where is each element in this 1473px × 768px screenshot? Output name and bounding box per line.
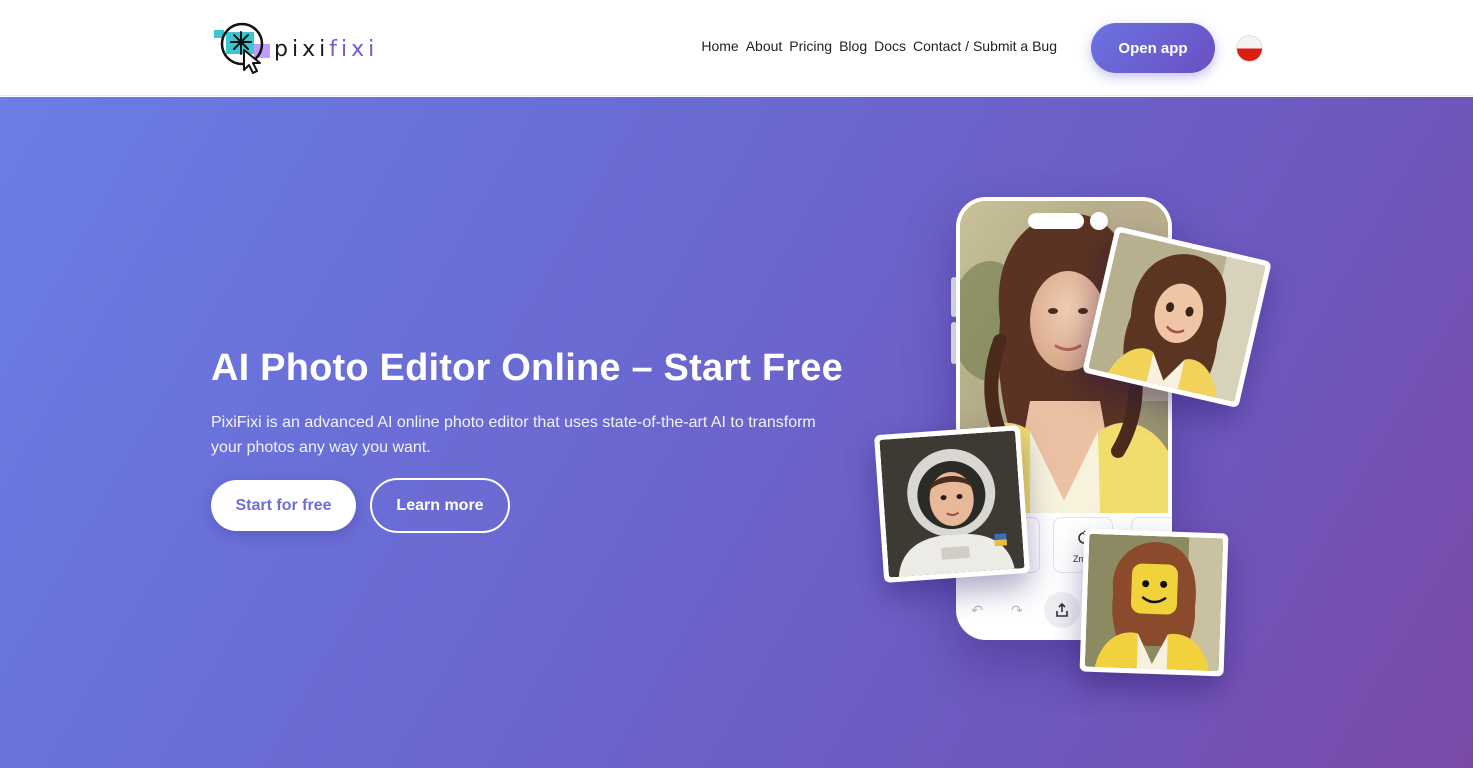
astronaut-portrait-image — [879, 430, 1025, 578]
logo-word-pixi: pixi — [274, 36, 330, 62]
nav-pricing[interactable]: Pricing — [789, 38, 832, 54]
site-header: pixifixi Home About Pricing Blog Docs Co… — [0, 0, 1473, 96]
share-icon — [1044, 592, 1080, 628]
astronaut-portrait-card — [874, 425, 1030, 583]
start-for-free-button[interactable]: Start for free — [211, 480, 356, 531]
main-nav: Home About Pricing Blog Docs Contact / S… — [701, 38, 1057, 54]
hero-section: AI Photo Editor Online – Start Free Pixi… — [0, 97, 1473, 768]
nav-about[interactable]: About — [746, 38, 783, 54]
phone-camera-dot — [1090, 212, 1108, 230]
cartoon-portrait-image — [1088, 231, 1266, 403]
phone-notch — [1028, 213, 1084, 229]
nav-home[interactable]: Home — [701, 38, 738, 54]
poland-flag-icon[interactable] — [1236, 35, 1263, 62]
nav-contact[interactable]: Contact / Submit a Bug — [913, 38, 1057, 54]
cursor-sparkle-logo-icon — [214, 20, 272, 76]
open-app-button[interactable]: Open app — [1091, 23, 1215, 73]
logo-link[interactable]: pixifixi — [214, 20, 378, 76]
hero-subtitle: PixiFixi is an advanced AI online photo … — [211, 414, 816, 456]
learn-more-button[interactable]: Learn more — [370, 478, 510, 533]
hero-title: AI Photo Editor Online – Start Free — [211, 347, 843, 389]
lego-portrait-card — [1079, 528, 1229, 677]
undo-icon: ↶ — [971, 601, 983, 618]
lego-portrait-image — [1084, 533, 1224, 672]
logo-word-fixi: fixi — [329, 36, 379, 62]
nav-docs[interactable]: Docs — [874, 38, 906, 54]
redo-icon: ↷ — [1011, 601, 1023, 618]
logo-wordmark: pixifixi — [274, 37, 378, 62]
nav-blog[interactable]: Blog — [839, 38, 867, 54]
